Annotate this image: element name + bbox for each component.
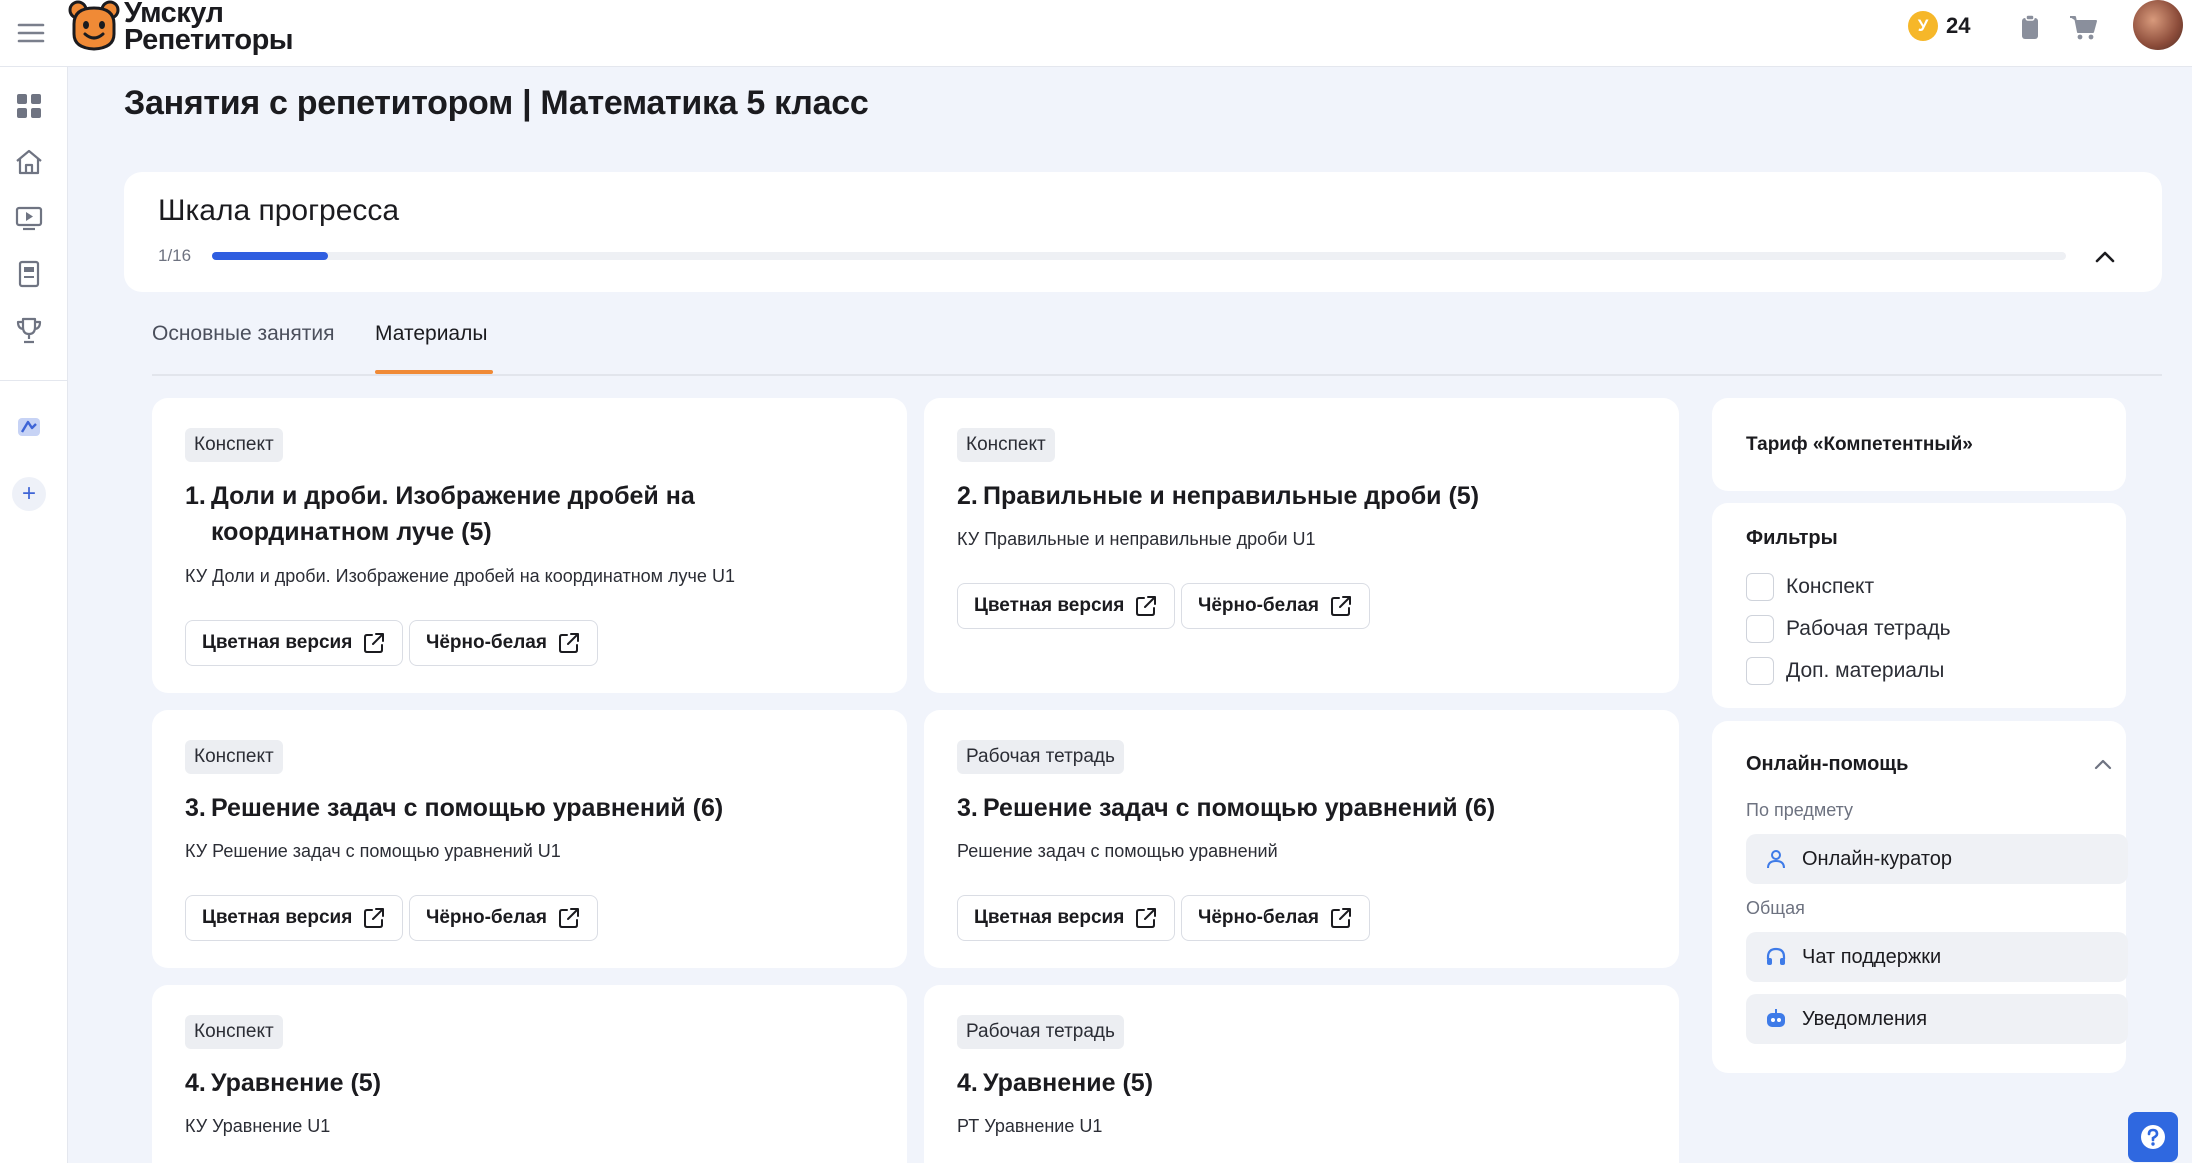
progress-bar xyxy=(212,252,2066,260)
external-link-icon xyxy=(1330,596,1351,616)
user-avatar[interactable] xyxy=(2133,0,2183,50)
coin-icon: У xyxy=(1908,11,1938,41)
type-badge: Рабочая тетрадь xyxy=(957,1015,1124,1049)
help-general-label: Общая xyxy=(1746,898,1805,918)
chevron-up-icon[interactable] xyxy=(2090,242,2120,272)
filters-panel: Фильтры Конспект Рабочая тетрадь Доп. ма… xyxy=(1712,503,2126,708)
color-version-button[interactable]: Цветная версия xyxy=(957,895,1176,941)
external-link-icon xyxy=(1136,596,1157,616)
type-badge: Конспект xyxy=(185,1015,283,1049)
chevron-up-icon[interactable] xyxy=(2090,751,2116,777)
add-course-button[interactable]: + xyxy=(12,477,46,511)
material-card: Конспект 4. Уравнение (5) КУ Уравнение U1 xyxy=(152,985,907,1163)
type-badge: Конспект xyxy=(185,428,283,462)
filters-title: Фильтры xyxy=(1746,527,1838,549)
card-title: 2. Правильные и неправильные дроби (5) xyxy=(957,482,1480,510)
color-version-button[interactable]: Цветная версия xyxy=(185,895,404,941)
material-card: Конспект 3. Решение задач с помощью уравн… xyxy=(152,710,907,968)
help-title: Онлайн-помощь xyxy=(1746,753,1909,775)
tariff-label: Тариф «Компетентный» xyxy=(1746,434,1973,455)
material-card: Рабочая тетрадь 3. Решение задач с помощь… xyxy=(924,710,1679,968)
user-icon xyxy=(1767,850,1785,869)
nav-divider xyxy=(0,380,68,381)
material-card: Рабочая тетрадь 4. Уравнение (5) РТ Уравн… xyxy=(924,985,1679,1163)
external-link-icon xyxy=(1330,908,1351,928)
card-subtitle: КУ Уравнение U1 xyxy=(185,1116,331,1136)
cart-icon[interactable] xyxy=(2068,12,2098,42)
progress-card: Шкала прогресса 1/16 xyxy=(124,172,2162,292)
card-title: 1. Доли и дроби. Изображение дробей на ко… xyxy=(185,482,695,546)
card-subtitle: КУ Решение задач с помощью уравнений U1 xyxy=(185,841,561,861)
tariff-panel: Тариф «Компетентный» xyxy=(1712,398,2126,491)
card-subtitle: Решение задач с помощью уравнений xyxy=(957,841,1278,861)
notifications-button[interactable]: Уведомления xyxy=(1746,994,2128,1044)
card-title: 3. Решение задач с помощью уравнений (6) xyxy=(185,794,724,822)
bw-version-button[interactable]: Чёрно-белая xyxy=(1181,583,1370,629)
filter-konspekt[interactable]: Конспект xyxy=(1746,571,1874,603)
homework-icon[interactable] xyxy=(14,259,44,289)
filter-extra-materials[interactable]: Доп. материалы xyxy=(1746,655,1944,687)
card-subtitle: КУ Правильные и неправильные дроби U1 xyxy=(957,529,1316,549)
progress-count: 1/16 xyxy=(158,246,192,265)
checkbox[interactable] xyxy=(1746,615,1774,643)
material-card: Конспект 2. Правильные и неправильные дро… xyxy=(924,398,1679,693)
home-icon[interactable] xyxy=(14,147,44,177)
progress-title: Шкала прогресса xyxy=(158,194,400,227)
card-title: 3. Решение задач с помощью уравнений (6) xyxy=(957,794,1496,822)
material-card: Конспект 1. Доли и дроби. Изображение дро… xyxy=(152,398,907,693)
support-chat-button[interactable]: Чат поддержки xyxy=(1746,932,2128,982)
external-link-icon xyxy=(364,908,385,928)
color-version-button[interactable]: Цветная версия xyxy=(957,583,1176,629)
bot-icon xyxy=(1767,1009,1785,1027)
help-subject-label: По предмету xyxy=(1746,800,1854,820)
external-link-icon xyxy=(558,908,579,928)
bear-logo-icon xyxy=(68,0,120,51)
tabs: Основные занятия Материалы xyxy=(152,310,2162,376)
checkbox[interactable] xyxy=(1746,573,1774,601)
dashboard-icon[interactable] xyxy=(14,91,44,121)
active-tab-indicator xyxy=(375,370,493,374)
type-badge: Конспект xyxy=(185,740,283,774)
coins-count: 24 xyxy=(1946,13,1971,38)
card-subtitle: РТ Уравнение U1 xyxy=(957,1116,1103,1136)
tab-materials[interactable]: Материалы xyxy=(375,322,487,346)
help-button[interactable] xyxy=(2128,1112,2178,1162)
logo[interactable]: Умскул Репетиторы xyxy=(68,0,298,56)
headset-icon xyxy=(1766,947,1786,965)
tab-main-lessons[interactable]: Основные занятия xyxy=(152,322,334,346)
external-link-icon xyxy=(1136,908,1157,928)
side-nav: + xyxy=(0,67,68,1163)
bw-version-button[interactable]: Чёрно-белая xyxy=(1181,895,1370,941)
page-title: Занятия с репетитором | Математика 5 кла… xyxy=(124,84,869,122)
top-bar: Умскул Репетиторы У 24 xyxy=(0,0,2192,67)
question-icon xyxy=(2141,1125,2165,1149)
clipboard-icon[interactable] xyxy=(2015,12,2045,42)
progress-fill xyxy=(212,252,328,260)
logo-text: Умскул Репетиторы xyxy=(124,0,294,56)
card-title: 4. Уравнение (5) xyxy=(957,1069,1154,1097)
online-curator-button[interactable]: Онлайн-куратор xyxy=(1746,834,2128,884)
course-icon[interactable] xyxy=(14,412,44,442)
type-badge: Рабочая тетрадь xyxy=(957,740,1124,774)
external-link-icon xyxy=(364,633,385,653)
trophy-icon[interactable] xyxy=(14,315,44,345)
coins-balance[interactable]: У 24 xyxy=(1908,11,1970,41)
filter-workbook[interactable]: Рабочая тетрадь xyxy=(1746,613,1951,645)
external-link-icon xyxy=(558,633,579,653)
card-title: 4. Уравнение (5) xyxy=(185,1069,382,1097)
video-lessons-icon[interactable] xyxy=(14,203,44,233)
checkbox[interactable] xyxy=(1746,657,1774,685)
menu-icon[interactable] xyxy=(16,18,46,48)
type-badge: Конспект xyxy=(957,428,1055,462)
bw-version-button[interactable]: Чёрно-белая xyxy=(409,620,598,666)
color-version-button[interactable]: Цветная версия xyxy=(185,620,404,666)
card-subtitle: КУ Доли и дроби. Изображение дробей на к… xyxy=(185,566,735,586)
online-help-panel: Онлайн-помощь По предмету Онлайн-куратор… xyxy=(1712,721,2128,1073)
bw-version-button[interactable]: Чёрно-белая xyxy=(409,895,598,941)
